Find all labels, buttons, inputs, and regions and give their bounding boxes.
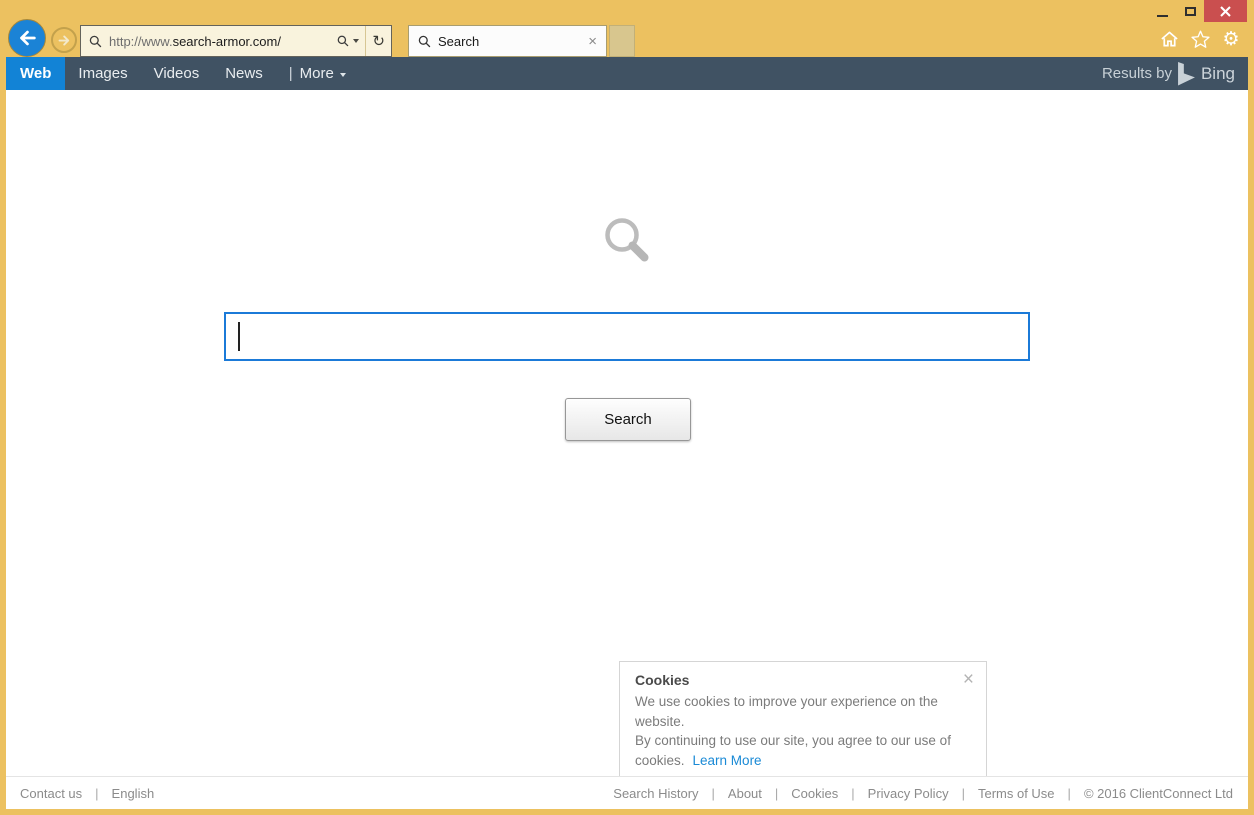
footer-link-privacy-policy[interactable]: Privacy Policy [868,786,949,801]
footer-separator: | [775,786,778,801]
browser-window: http://www.search-armor.com/ ↻ Search × … [0,0,1254,815]
footer-separator: | [712,786,715,801]
settings-icon: ⚙ [1222,30,1239,49]
refresh-icon: ↻ [372,34,385,49]
maximize-icon [1185,7,1196,16]
minimize-button[interactable] [1148,0,1176,22]
footer-link-about[interactable]: About [728,786,762,801]
search-icon [418,35,431,48]
forward-icon [57,33,72,48]
results-by-label: Results by [1102,65,1172,82]
cookies-close-button[interactable]: × [963,670,974,689]
close-icon [1220,6,1231,17]
cookies-line-1: We use cookies to improve your experienc… [635,692,970,731]
settings-button[interactable]: ⚙ [1220,29,1242,49]
nav-more-divider: | [289,65,293,82]
footer-link-english[interactable]: English [112,786,155,801]
results-by-bing: Results by Bing [1102,57,1248,90]
back-icon [16,27,38,49]
footer-link-contact-us[interactable]: Contact us [20,786,82,801]
caret-down-icon [340,73,346,77]
footer-separator: | [962,786,965,801]
nav-tab-images[interactable]: Images [65,57,140,90]
footer-separator: | [851,786,854,801]
nav-tab-more[interactable]: | More [276,57,359,90]
address-search-dropdown[interactable] [331,26,365,56]
nav-tab-web[interactable]: Web [6,57,65,90]
cookies-message: We use cookies to improve your experienc… [635,692,970,770]
footer-separator: | [1068,786,1071,801]
favorites-icon [1191,30,1210,48]
search-navbar: Web Images Videos News | More Results by… [6,57,1248,90]
nav-more-label: More [300,65,334,82]
search-button[interactable]: Search [565,398,691,441]
new-tab-button[interactable] [609,25,635,57]
search-icon [598,212,658,277]
caret-down-icon [353,39,359,43]
close-button[interactable] [1204,0,1247,22]
footer-left-links: Contact us | English [20,786,154,801]
page-content: Search Cookies × We use cookies to impro… [6,90,1248,776]
footer-separator: | [95,786,98,801]
favorites-button[interactable] [1189,29,1211,49]
learn-more-link[interactable]: Learn More [693,753,762,768]
home-icon [1160,30,1179,48]
cookies-title: Cookies [635,672,970,688]
url-prefix: http://www. [109,34,173,49]
browser-tab[interactable]: Search × [408,25,607,57]
footer-link-search-history[interactable]: Search History [613,786,698,801]
bing-label: Bing [1201,64,1235,84]
cookies-line-2: By continuing to use our site, you agree… [635,731,970,751]
cookies-line-3: cookies.Learn More [635,751,970,771]
nav-tab-videos[interactable]: Videos [141,57,213,90]
tab-title: Search [438,34,588,49]
footer-link-cookies[interactable]: Cookies [791,786,838,801]
refresh-button[interactable]: ↻ [366,26,391,56]
text-caret [238,322,240,351]
cookies-popup: Cookies × We use cookies to improve your… [619,661,987,784]
search-input[interactable] [224,312,1030,361]
url-text[interactable]: http://www.search-armor.com/ [109,34,331,49]
footer-link-terms-of-use[interactable]: Terms of Use [978,786,1055,801]
footer-right-links: Search History | About | Cookies | Priva… [613,786,1233,801]
url-domain: search-armor.com/ [173,34,281,49]
footer: Contact us | English Search History | Ab… [6,776,1248,809]
search-icon [337,35,349,47]
nav-tab-news[interactable]: News [212,57,276,90]
forward-button[interactable] [51,27,77,53]
bing-icon [1178,62,1195,86]
minimize-icon [1157,15,1168,17]
maximize-button[interactable] [1176,0,1204,22]
footer-copyright: © 2016 ClientConnect Ltd [1084,786,1233,801]
search-icon [89,35,102,48]
back-button[interactable] [8,19,46,57]
address-bar[interactable]: http://www.search-armor.com/ ↻ [80,25,392,57]
tab-close-button[interactable]: × [588,34,597,49]
home-button[interactable] [1158,29,1180,49]
